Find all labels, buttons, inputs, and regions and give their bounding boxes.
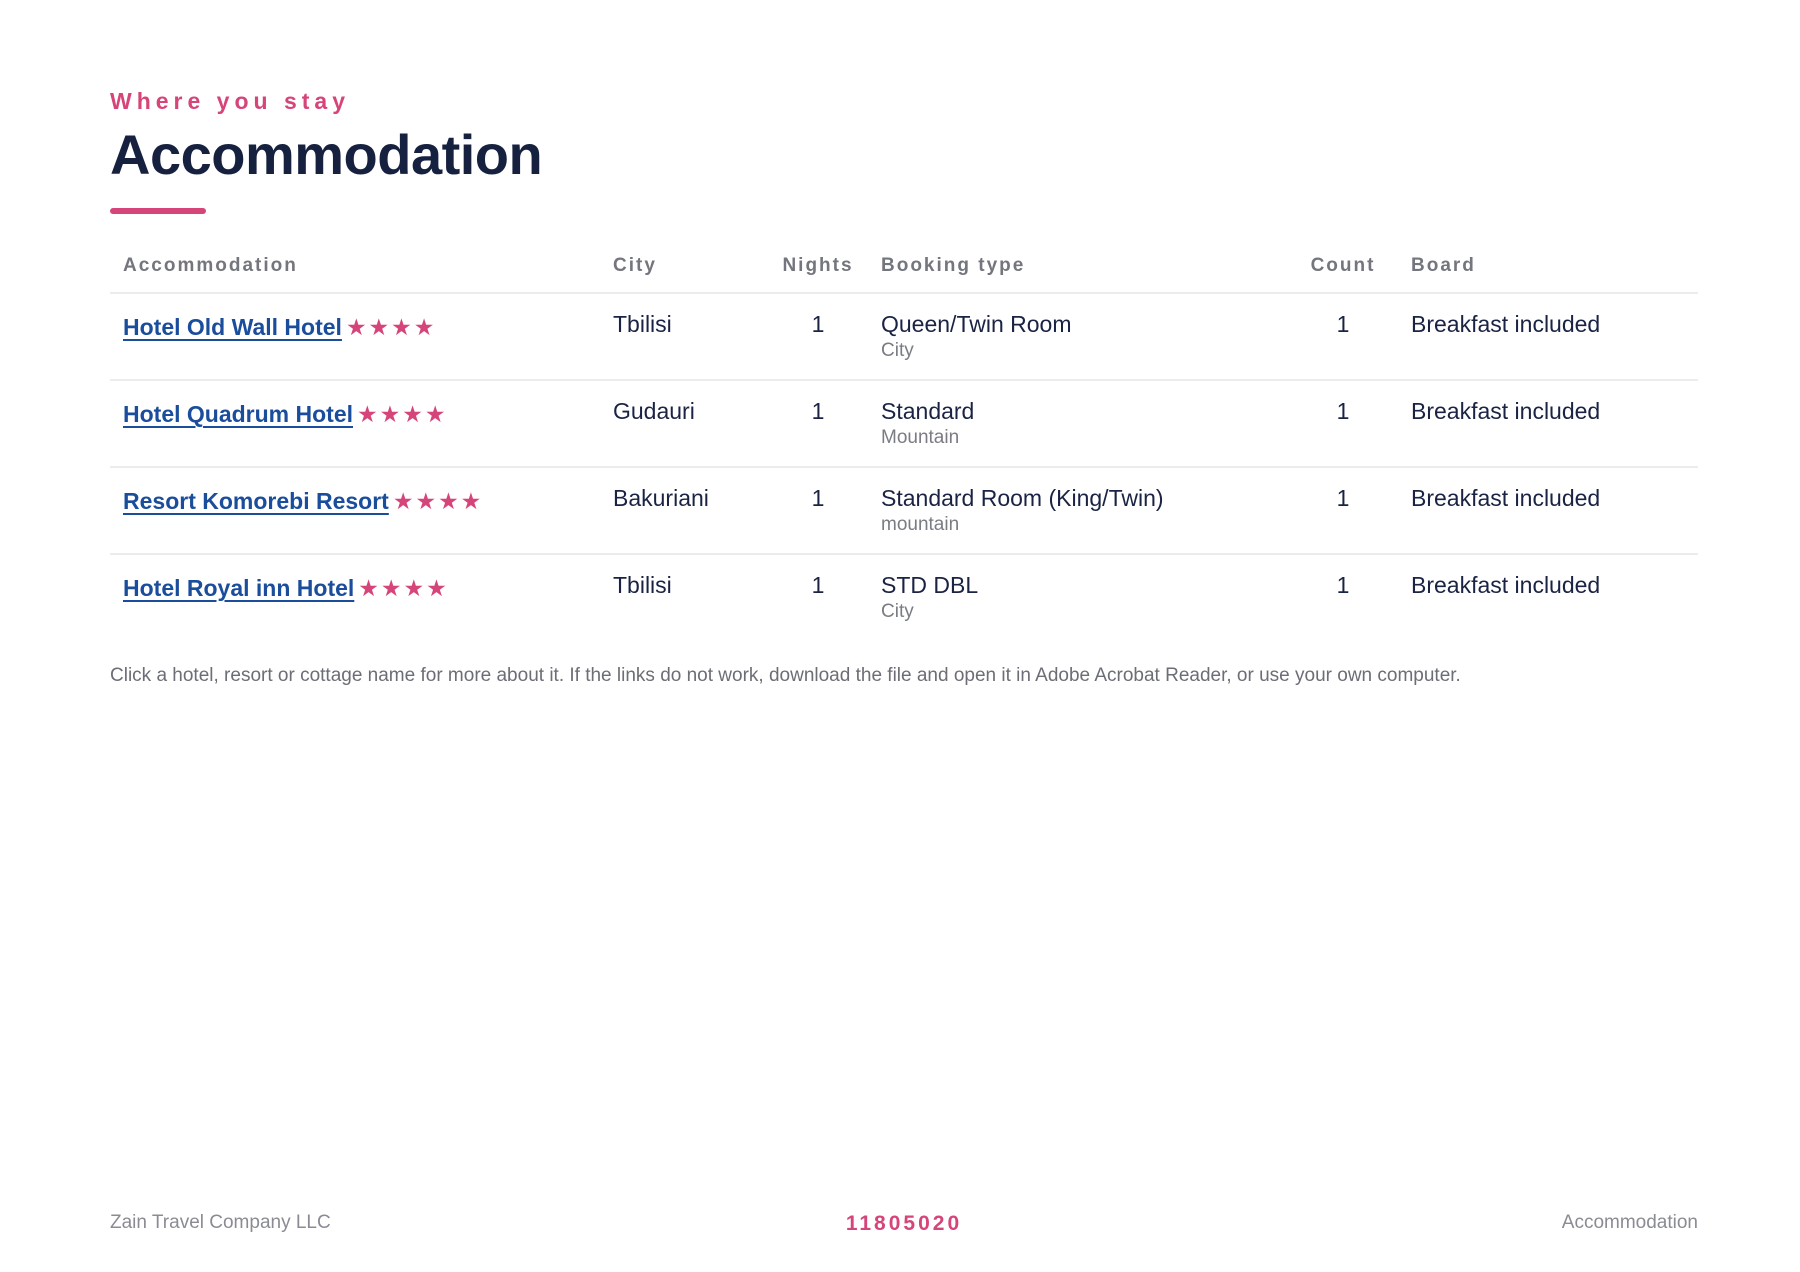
- nights-cell: 1: [768, 380, 868, 468]
- hotel-link[interactable]: Hotel Royal inn Hotel: [123, 574, 354, 602]
- section-eyebrow: Where you stay: [110, 88, 350, 114]
- count-cell: 1: [1336, 572, 1350, 598]
- booking-type: Standard: [881, 398, 975, 424]
- nights-cell: 1: [768, 467, 868, 555]
- table-row: Hotel Royal inn Hotel ★★★★ Tbilisi 1 STD …: [110, 554, 1698, 640]
- booking-subtype: City: [881, 340, 914, 361]
- board-cell: Breakfast included: [1398, 467, 1698, 555]
- booking-subtype: Mountain: [881, 427, 960, 448]
- column-header-city: City: [600, 254, 768, 294]
- page-title: Accommodation: [110, 123, 543, 186]
- table-row: Resort Komorebi Resort ★★★★ Bakuriani 1 S…: [110, 467, 1698, 555]
- table-row: Hotel Old Wall Hotel ★★★★ Tbilisi 1 Queen…: [110, 293, 1698, 381]
- booking-type-cell: Queen/Twin Room City: [868, 293, 1288, 381]
- column-header-nights: Nights: [768, 254, 868, 294]
- count-cell: 1: [1288, 380, 1398, 468]
- column-header-accommodation: Accommodation: [110, 254, 600, 294]
- title-accent-rule: [110, 208, 206, 214]
- table-header-row: Accommodation City Nights Booking type C…: [110, 254, 1698, 294]
- accommodation-table: Accommodation City Nights Booking type C…: [110, 254, 1698, 640]
- accommodation-page: Where you stay Accommodation Accommodati…: [110, 86, 1698, 707]
- column-header-board: Board: [1398, 254, 1698, 294]
- table-row: Hotel Quadrum Hotel ★★★★ Gudauri 1 Standa…: [110, 380, 1698, 468]
- city-cell: Tbilisi: [613, 572, 672, 598]
- hotel-link[interactable]: Hotel Old Wall Hotel: [123, 313, 342, 341]
- booking-type: Standard Room (King/Twin): [881, 485, 1164, 511]
- booking-type-cell: Standard Mountain: [868, 380, 1288, 468]
- hotel-link[interactable]: Resort Komorebi Resort: [123, 487, 389, 515]
- nights-cell: 1: [811, 572, 825, 598]
- count-cell: 1: [1288, 467, 1398, 555]
- board-cell: Breakfast included: [1411, 572, 1601, 598]
- city-cell: Tbilisi: [600, 293, 768, 381]
- booking-type: STD DBL: [881, 572, 979, 598]
- column-header-booking-type: Booking type: [868, 254, 1288, 294]
- footer-reference-number: 11805020: [845, 1212, 963, 1235]
- nights-cell: 1: [768, 293, 868, 381]
- page-footer: Zain Travel Company LLC 11805020 Accommo…: [110, 1212, 1698, 1238]
- column-header-count: Count: [1288, 254, 1398, 294]
- accommodation-cell: Hotel Quadrum Hotel ★★★★: [110, 380, 600, 468]
- booking-type: Queen/Twin Room: [881, 311, 1072, 337]
- city-cell: Gudauri: [600, 380, 768, 468]
- hotel-link[interactable]: Hotel Quadrum Hotel: [123, 400, 353, 428]
- board-cell: Breakfast included: [1398, 293, 1698, 381]
- booking-subtype: mountain: [881, 514, 960, 535]
- star-rating-icon: ★★★★: [392, 488, 484, 514]
- booking-subtype: City: [881, 601, 914, 622]
- count-cell: 1: [1288, 293, 1398, 381]
- board-cell: Breakfast included: [1398, 380, 1698, 468]
- star-rating-icon: ★★★★: [357, 401, 448, 427]
- links-help-note: Click a hotel, resort or cottage name fo…: [110, 665, 1461, 686]
- star-rating-icon: ★★★★: [358, 575, 449, 601]
- accommodation-cell: Hotel Old Wall Hotel ★★★★: [110, 293, 600, 381]
- city-cell: Bakuriani: [600, 467, 768, 555]
- accommodation-cell: Hotel Royal inn Hotel ★★★★: [110, 554, 600, 640]
- star-rating-icon: ★★★★: [345, 314, 437, 340]
- footer-section-name: Accommodation: [1561, 1212, 1698, 1233]
- accommodation-cell: Resort Komorebi Resort ★★★★: [110, 467, 600, 555]
- booking-type-cell: Standard Room (King/Twin) mountain: [868, 467, 1288, 555]
- booking-type-cell: STD DBL City: [868, 554, 1288, 640]
